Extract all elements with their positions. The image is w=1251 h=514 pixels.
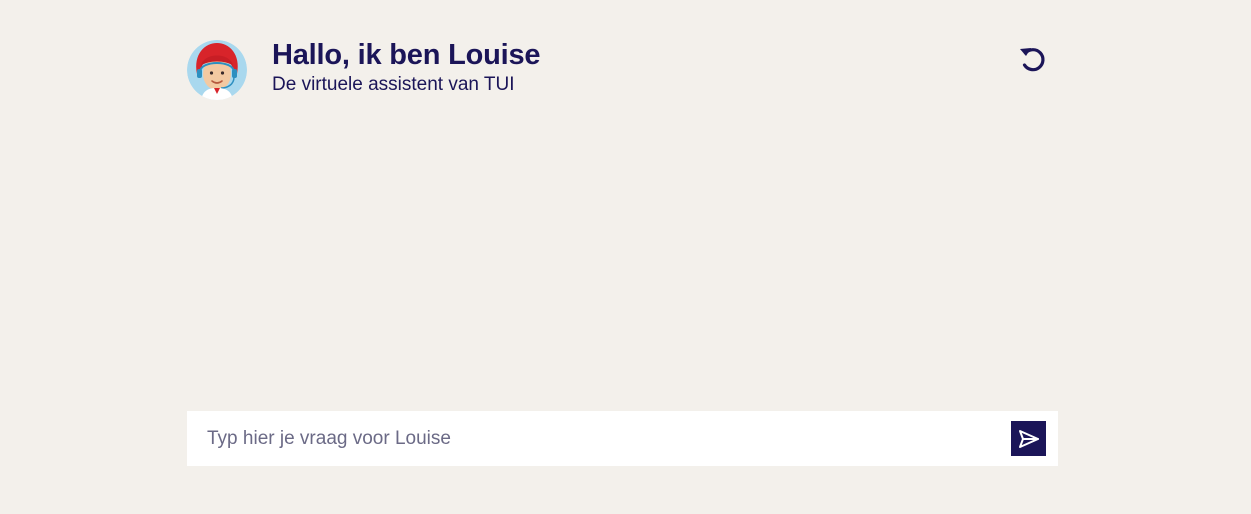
assistant-title: Hallo, ik ben Louise	[272, 39, 541, 71]
restart-button[interactable]	[1016, 42, 1050, 76]
message-composer	[187, 411, 1058, 466]
message-input[interactable]	[187, 411, 997, 466]
chat-widget: Hallo, ik ben Louise De virtuele assiste…	[187, 0, 1058, 514]
assistant-avatar-icon	[187, 40, 247, 100]
send-icon	[1018, 429, 1039, 448]
send-button[interactable]	[1011, 421, 1046, 456]
restart-icon	[1020, 48, 1045, 72]
chat-header: Hallo, ik ben Louise De virtuele assiste…	[187, 38, 1058, 102]
message-list	[187, 110, 1058, 400]
header-titles: Hallo, ik ben Louise De virtuele assiste…	[272, 38, 541, 96]
assistant-subtitle: De virtuele assistent van TUI	[272, 74, 515, 95]
